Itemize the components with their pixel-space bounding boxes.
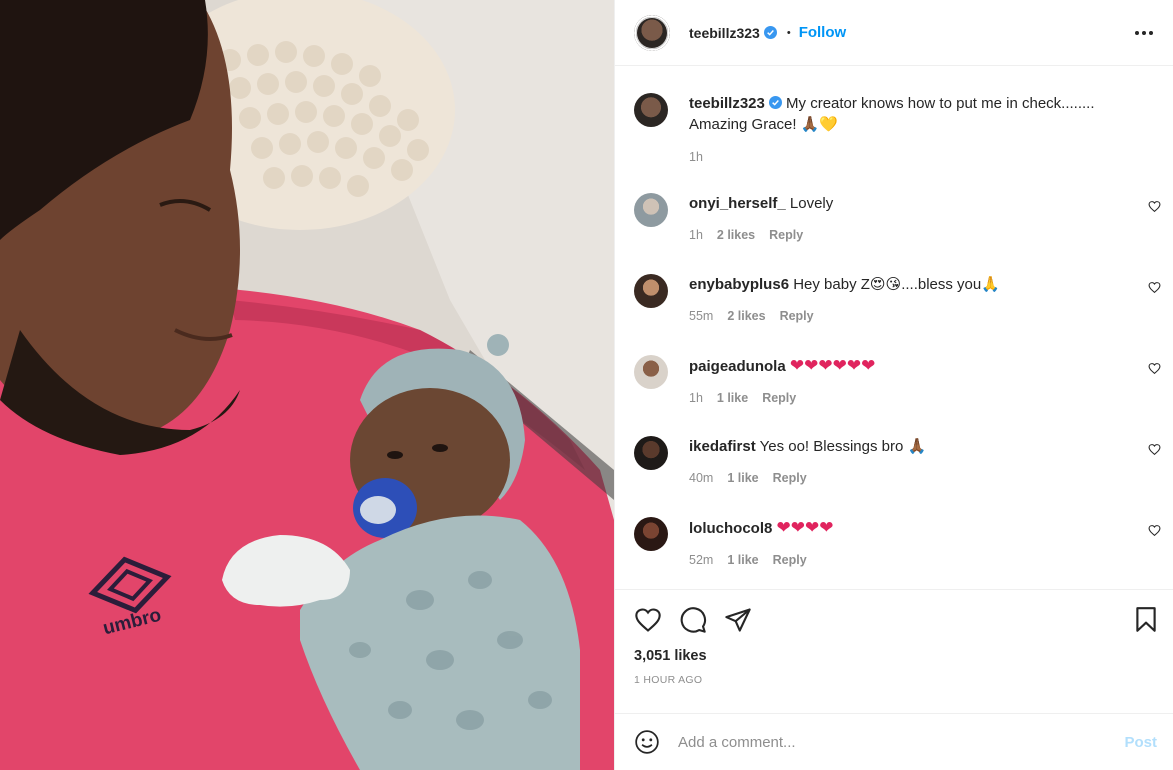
comment-body: loluchocol8 ❤❤❤❤ 52m 1 like Reply bbox=[689, 517, 1119, 588]
follow-button[interactable]: Follow bbox=[799, 24, 847, 41]
heart-icon[interactable] bbox=[634, 606, 662, 634]
comment-reply-button[interactable]: Reply bbox=[773, 471, 807, 485]
comment-text-line: onyi_herself_ Lovely bbox=[689, 193, 1119, 214]
caption-body: teebillz323 My creator knows how to put … bbox=[689, 93, 1129, 183]
caption-author-avatar[interactable] bbox=[634, 93, 668, 127]
caption-text: My creator knows how to put me in check.… bbox=[786, 95, 1095, 112]
caption-username[interactable]: teebillz323 bbox=[689, 95, 765, 112]
comment-username[interactable]: ikedafirst bbox=[689, 438, 756, 455]
comment-item: enybabyplus6 Hey baby Z😍😘....bless you🙏 … bbox=[634, 264, 1173, 345]
comment-text: Yes oo! Blessings bro 🙏🏾 bbox=[759, 438, 927, 455]
comment-meta: 1h 2 likes Reply bbox=[689, 228, 1119, 242]
caption-meta: 1h bbox=[689, 150, 1129, 164]
post-header: teebillz323 • Follow bbox=[615, 0, 1173, 66]
post-caption: teebillz323 My creator knows how to put … bbox=[634, 66, 1173, 183]
comment-likes[interactable]: 2 likes bbox=[717, 228, 755, 242]
caption-text-line: teebillz323 My creator knows how to put … bbox=[689, 93, 1129, 114]
comment-text-line: loluchocol8 ❤❤❤❤ bbox=[689, 517, 1119, 539]
post-comment-button[interactable]: Post bbox=[1124, 734, 1157, 751]
separator-dot: • bbox=[786, 26, 791, 39]
bookmark-icon[interactable] bbox=[1133, 606, 1159, 634]
comment-meta: 52m 1 like Reply bbox=[689, 553, 1119, 567]
post-side-panel: teebillz323 • Follow teebillz323 My crea… bbox=[614, 0, 1173, 770]
comment-bubble-icon[interactable] bbox=[679, 606, 707, 634]
author-username[interactable]: teebillz323 bbox=[689, 25, 760, 41]
comment-like-heart-icon[interactable] bbox=[1148, 362, 1161, 375]
comment-reply-button[interactable]: Reply bbox=[773, 553, 807, 567]
paper-plane-icon[interactable] bbox=[724, 606, 752, 634]
comments-list[interactable]: teebillz323 My creator knows how to put … bbox=[615, 66, 1173, 589]
caption-text-line-2: Amazing Grace! 🙏🏾💛 bbox=[689, 116, 839, 133]
add-comment-input[interactable] bbox=[678, 733, 1125, 751]
comment-time[interactable]: 1h bbox=[689, 228, 703, 242]
comment-meta: 40m 1 like Reply bbox=[689, 471, 1119, 485]
comment-likes[interactable]: 2 likes bbox=[727, 309, 765, 323]
comment-time[interactable]: 55m bbox=[689, 309, 713, 323]
comment-time[interactable]: 40m bbox=[689, 471, 713, 485]
commenter-avatar[interactable] bbox=[634, 517, 668, 551]
comment-item: ikedafirst Yes oo! Blessings bro 🙏🏾 40m … bbox=[634, 426, 1173, 507]
comment-text: Lovely bbox=[789, 195, 834, 212]
comment-meta: 1h 1 like Reply bbox=[689, 391, 1119, 405]
add-comment-bar: Post bbox=[615, 713, 1173, 770]
comment-meta: 55m 2 likes Reply bbox=[689, 309, 1119, 323]
comment-text-line: ikedafirst Yes oo! Blessings bro 🙏🏾 bbox=[689, 436, 1119, 457]
author-avatar[interactable] bbox=[634, 14, 670, 51]
commenter-avatar[interactable] bbox=[634, 436, 668, 470]
instagram-post-modal: umbro teebillz323 • Follow teebillz323 M… bbox=[0, 0, 1173, 770]
post-timestamp[interactable]: 1 HOUR AGO bbox=[634, 674, 1155, 686]
comment-like-heart-icon[interactable] bbox=[1148, 281, 1161, 294]
comment-item: onyi_herself_ Lovely 1h 2 likes Reply bbox=[634, 183, 1173, 264]
comment-like-heart-icon[interactable] bbox=[1148, 524, 1161, 537]
comment-likes[interactable]: 1 like bbox=[727, 553, 758, 567]
comment-body: onyi_herself_ Lovely 1h 2 likes Reply bbox=[689, 193, 1119, 264]
verified-badge-icon bbox=[763, 26, 777, 39]
comment-username[interactable]: paigeadunola bbox=[689, 358, 786, 375]
comment-text-line: paigeadunola ❤❤❤❤❤❤ bbox=[689, 355, 1119, 377]
comment-likes[interactable]: 1 like bbox=[717, 391, 748, 405]
comment-text: ❤❤❤❤❤❤ bbox=[789, 356, 876, 375]
comment-body: enybabyplus6 Hey baby Z😍😘....bless you🙏 … bbox=[689, 274, 1119, 345]
comment-reply-button[interactable]: Reply bbox=[780, 309, 814, 323]
comment-username[interactable]: loluchocol8 bbox=[689, 520, 772, 537]
likes-count[interactable]: 3,051 likes bbox=[634, 648, 1155, 664]
comment-body: paigeadunola ❤❤❤❤❤❤ 1h 1 like Reply bbox=[689, 355, 1119, 426]
verified-badge-icon bbox=[768, 96, 782, 109]
action-icon-row bbox=[634, 604, 1155, 636]
more-options-icon[interactable] bbox=[1135, 25, 1153, 41]
commenter-avatar[interactable] bbox=[634, 355, 668, 389]
comment-body: ikedafirst Yes oo! Blessings bro 🙏🏾 40m … bbox=[689, 436, 1119, 507]
comment-like-heart-icon[interactable] bbox=[1148, 200, 1161, 213]
comment-text: Hey baby Z😍😘....bless you🙏 bbox=[793, 276, 1000, 293]
comment-likes[interactable]: 1 like bbox=[727, 471, 758, 485]
comment-item: paigeadunola ❤❤❤❤❤❤ 1h 1 like Reply bbox=[634, 345, 1173, 426]
comment-item: loluchocol8 ❤❤❤❤ 52m 1 like Reply bbox=[634, 507, 1173, 588]
comment-text-line: enybabyplus6 Hey baby Z😍😘....bless you🙏 bbox=[689, 274, 1119, 295]
post-actions: 3,051 likes 1 HOUR AGO bbox=[615, 589, 1173, 713]
post-photo[interactable]: umbro bbox=[0, 0, 614, 770]
comment-reply-button[interactable]: Reply bbox=[769, 228, 803, 242]
post-photo-illustration: umbro bbox=[0, 0, 614, 770]
caption-time[interactable]: 1h bbox=[689, 150, 703, 164]
comment-username[interactable]: onyi_herself_ bbox=[689, 195, 786, 212]
comment-time[interactable]: 1h bbox=[689, 391, 703, 405]
comment-username[interactable]: enybabyplus6 bbox=[689, 276, 789, 293]
comment-text: ❤❤❤❤ bbox=[776, 518, 834, 537]
comment-reply-button[interactable]: Reply bbox=[762, 391, 796, 405]
comment-like-heart-icon[interactable] bbox=[1148, 443, 1161, 456]
smiley-icon[interactable] bbox=[634, 729, 660, 755]
commenter-avatar[interactable] bbox=[634, 193, 668, 227]
commenter-avatar[interactable] bbox=[634, 274, 668, 308]
comment-time[interactable]: 52m bbox=[689, 553, 713, 567]
